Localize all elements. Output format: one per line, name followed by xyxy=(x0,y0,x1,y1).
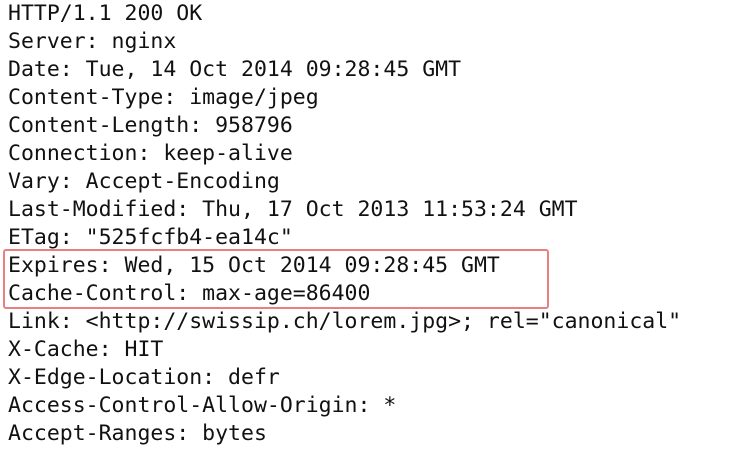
header-access-control-allow-origin: Access-Control-Allow-Origin: * xyxy=(8,393,397,418)
status-line: HTTP/1.1 200 OK xyxy=(8,1,203,26)
header-connection: Connection: keep-alive xyxy=(8,141,293,166)
response-headers: HTTP/1.1 200 OK Server: nginx Date: Tue,… xyxy=(8,0,681,448)
highlight-box xyxy=(3,249,549,309)
header-etag: ETag: "525fcfb4-ea14c" xyxy=(8,225,293,250)
header-content-type: Content-Type: image/jpeg xyxy=(8,85,319,110)
header-x-cache: X-Cache: HIT xyxy=(8,337,164,362)
header-server: Server: nginx xyxy=(8,29,177,54)
header-link: Link: <http://swissip.ch/lorem.jpg>; rel… xyxy=(8,309,682,334)
header-content-length: Content-Length: 958796 xyxy=(8,113,293,138)
header-x-edge-location: X-Edge-Location: defr xyxy=(8,365,280,390)
header-date: Date: Tue, 14 Oct 2014 09:28:45 GMT xyxy=(8,57,462,82)
http-response-view: HTTP/1.1 200 OK Server: nginx Date: Tue,… xyxy=(0,0,751,455)
header-last-modified: Last-Modified: Thu, 17 Oct 2013 11:53:24… xyxy=(8,197,578,222)
header-accept-ranges: Accept-Ranges: bytes xyxy=(8,421,267,446)
header-vary: Vary: Accept-Encoding xyxy=(8,169,280,194)
